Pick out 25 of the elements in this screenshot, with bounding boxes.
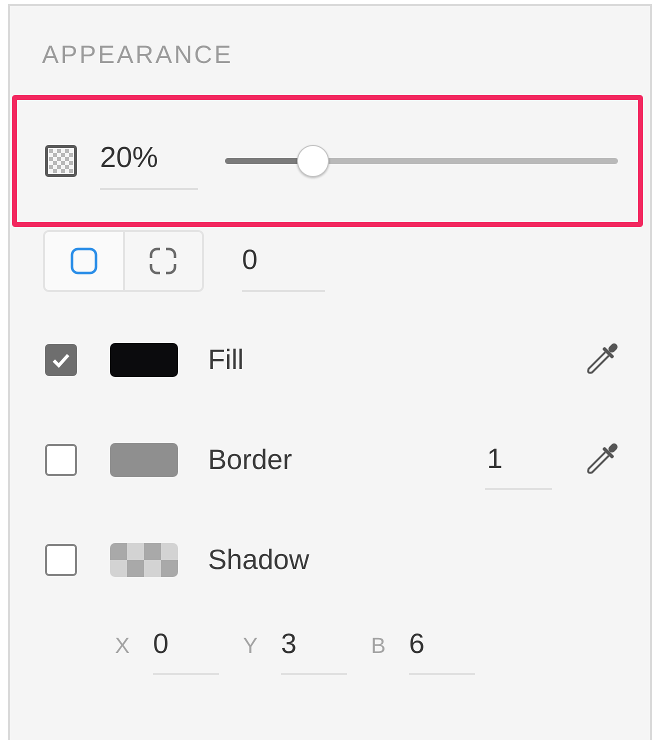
slider-thumb[interactable] [297,145,330,177]
checkbox[interactable] [45,444,77,476]
checkerboard-icon [45,145,77,177]
corner-toggle[interactable] [45,232,124,290]
checkbox[interactable] [45,544,77,576]
style-label: Shadow [208,543,310,577]
section-heading: APPEARANCE [42,40,233,70]
border-width-field[interactable]: 1 [485,430,552,490]
opacity-slider[interactable] [225,145,618,177]
corners-icon [149,247,178,275]
offset-field[interactable]: 6 [409,615,475,675]
offset-field[interactable]: 0 [153,615,219,675]
style-label: Border [208,443,292,477]
style-label: Fill [208,343,244,377]
offset-label: X [115,632,131,660]
swatch-icon[interactable] [110,343,178,377]
swatch-icon[interactable] [110,443,178,477]
offset-label: B [371,632,387,660]
checkbox[interactable] [45,344,77,376]
offset-label: Y [243,632,259,660]
checker-swatch-icon[interactable] [110,543,178,577]
opacity-field[interactable]: 20% [100,140,198,190]
offset-field[interactable]: 3 [281,615,347,675]
radius-field[interactable]: 0 [242,230,325,292]
rounded-square-icon [70,247,98,275]
